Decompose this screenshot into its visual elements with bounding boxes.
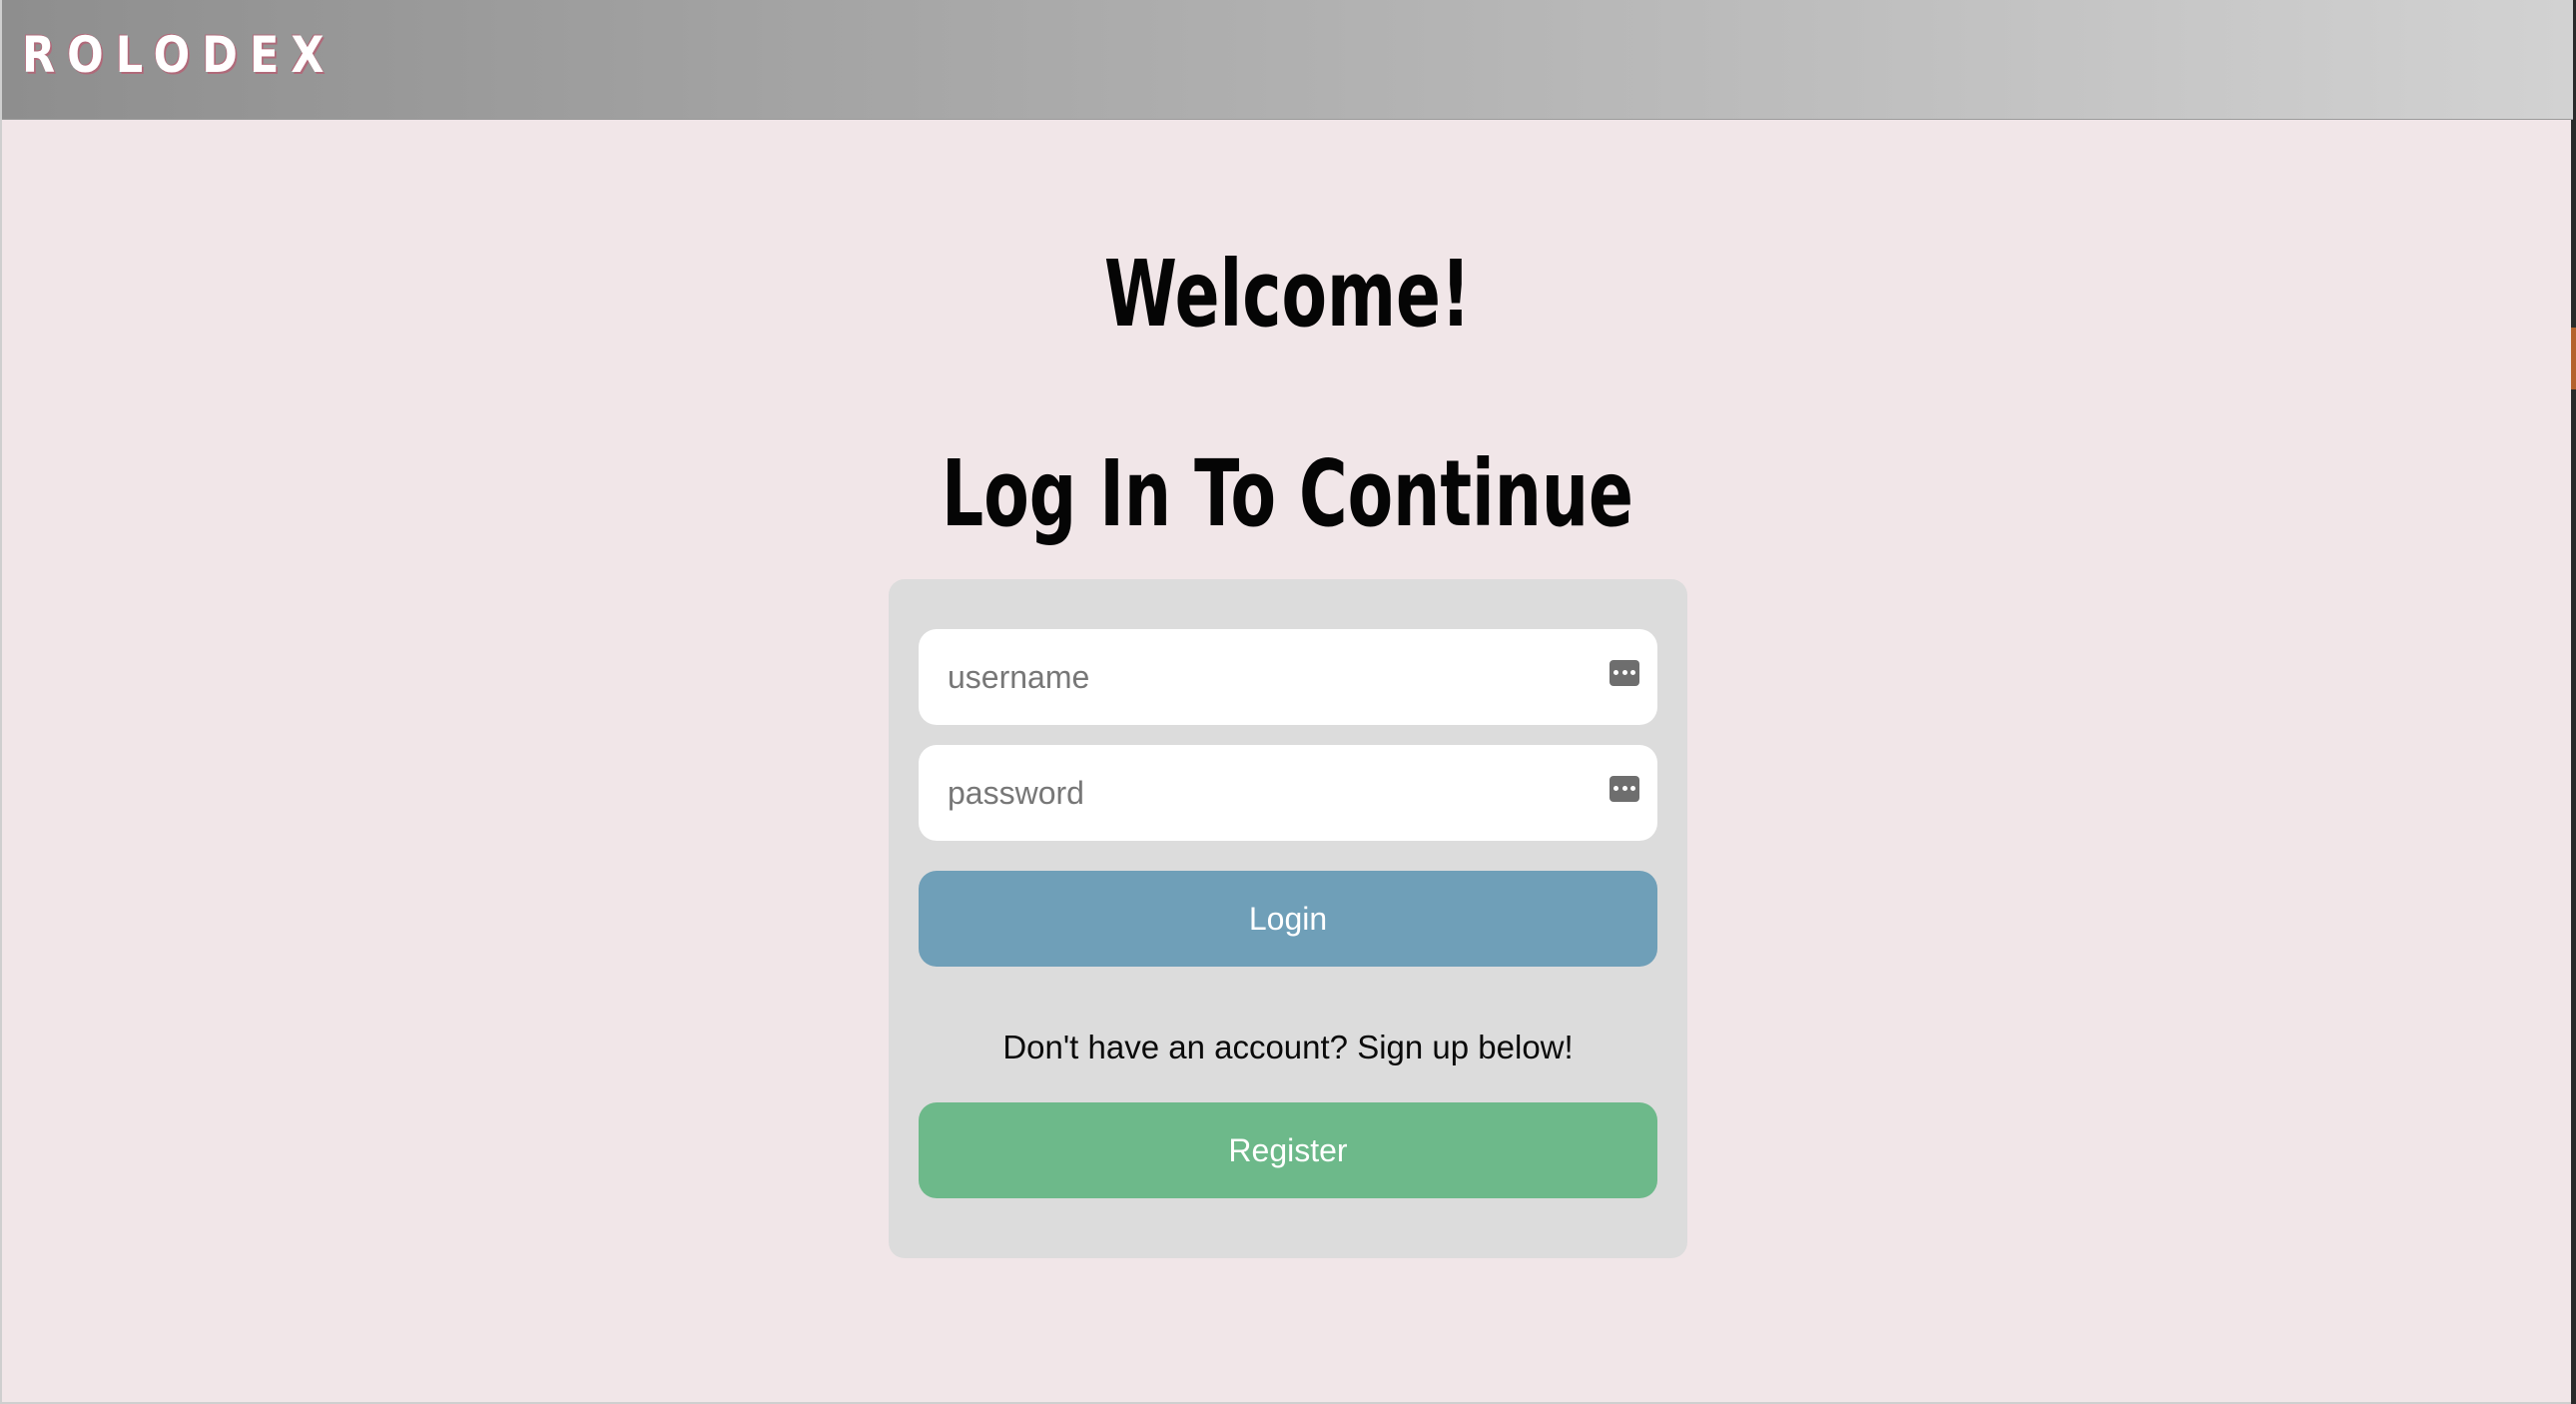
register-button[interactable]: Register <box>919 1102 1657 1198</box>
password-field[interactable] <box>919 745 1657 841</box>
password-input[interactable] <box>919 745 1578 841</box>
signup-prompt: Don't have an account? Sign up below! <box>1002 1029 1574 1065</box>
window-edge <box>2571 0 2576 1404</box>
password-manager-key-icon[interactable] <box>1610 776 1639 802</box>
login-button[interactable]: Login <box>919 871 1657 967</box>
login-card: Login Don't have an account? Sign up bel… <box>889 579 1687 1258</box>
navbar: ROLODEX <box>2 0 2573 120</box>
password-manager-key-icon[interactable] <box>1610 660 1639 686</box>
username-input[interactable] <box>919 629 1578 725</box>
username-field[interactable] <box>919 629 1657 725</box>
login-subtitle: Log In To Continue <box>942 440 1633 547</box>
page: ROLODEX Welcome! Log In To Continue Logi… <box>0 0 2576 1404</box>
welcome-heading: Welcome! <box>1103 241 1472 348</box>
brand-logo[interactable]: ROLODEX <box>22 26 336 84</box>
window-edge-accent <box>2571 328 2576 389</box>
